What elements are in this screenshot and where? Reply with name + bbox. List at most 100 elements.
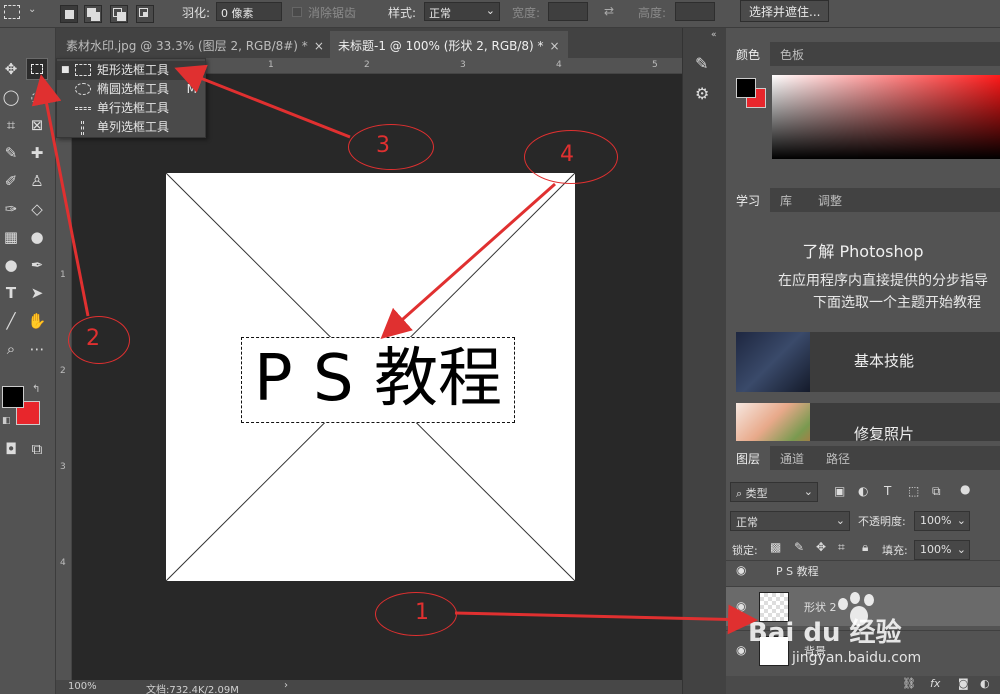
healing-brush-tool-icon[interactable]: ✚ — [26, 142, 48, 164]
learn-card-thumbnail — [736, 403, 810, 441]
swap-colors-icon[interactable]: ↰ — [32, 384, 40, 395]
active-dot-icon: ■ — [61, 65, 70, 75]
gradient-tool-icon[interactable]: ▦ — [0, 226, 22, 248]
feather-input[interactable]: 0 像素 — [216, 2, 282, 21]
eraser-tool-icon[interactable]: ◇ — [26, 198, 48, 220]
lock-artboard-icon[interactable]: ⌗ — [838, 540, 845, 555]
document-tabs: 素材水印.jpg @ 33.3% (图层 2, RGB/8#) * × 未标题-1… — [56, 28, 682, 58]
lock-paint-icon[interactable]: ✎ — [794, 540, 804, 554]
filter-shape-icon[interactable]: ⬚ — [908, 484, 919, 498]
layer-kind-filter[interactable]: ⌕ 类型 ⌄ — [730, 482, 818, 502]
adjustments-icon[interactable]: ⚙ — [695, 84, 709, 103]
filter-toggle-icon[interactable]: ● — [960, 482, 970, 496]
line-tool-icon[interactable]: ╱ — [0, 310, 22, 332]
tab-paths[interactable]: 路径 — [816, 446, 860, 470]
eyedropper-tool-icon[interactable]: ✎ — [0, 142, 22, 164]
visibility-eye-icon[interactable]: ◉ — [736, 563, 746, 577]
rect-marquee-tool[interactable] — [26, 58, 48, 80]
tab-adjustments[interactable]: 调整 — [808, 188, 852, 212]
style-label: 样式: — [388, 6, 417, 20]
lock-transparent-icon[interactable]: ▩ — [770, 540, 781, 554]
clone-stamp-tool-icon[interactable]: ♙ — [26, 170, 48, 192]
subtract-selection-button[interactable] — [110, 5, 128, 23]
flyout-item-single-row[interactable]: 单行选框工具 — [57, 99, 205, 118]
zoom-level[interactable]: 100% — [68, 681, 97, 692]
width-input[interactable] — [548, 2, 588, 21]
type-tool-icon[interactable]: T — [0, 282, 22, 304]
learn-card-basic-skills[interactable]: 基本技能 — [736, 332, 1000, 392]
tab-untitled-doc[interactable]: 未标题-1 @ 100% (形状 2, RGB/8) * × — [330, 31, 568, 58]
panel-fg-swatch[interactable] — [736, 78, 756, 98]
brush-tool-icon[interactable]: ✐ — [0, 170, 22, 192]
lock-label: 锁定: — [732, 544, 758, 557]
flyout-label: 单列选框工具 — [97, 120, 170, 134]
filter-adjustment-icon[interactable]: ◐ — [858, 484, 868, 498]
marquee-preset-icon[interactable] — [4, 5, 20, 19]
quick-mask-icon[interactable]: ◘ — [0, 438, 22, 460]
chevron-down-icon: ⌄ — [835, 514, 845, 527]
lock-position-icon[interactable]: ✥ — [816, 540, 826, 554]
blend-mode-select[interactable]: 正常 ⌄ — [730, 511, 850, 531]
swap-icon[interactable]: ⇄ — [604, 4, 614, 18]
canvas-text-layer[interactable]: P S 教程 — [241, 339, 515, 419]
blur-tool-icon[interactable]: ● — [26, 226, 48, 248]
lasso-tool-icon[interactable]: ◯ — [0, 86, 22, 108]
fill-input[interactable]: 100% ⌄ — [914, 540, 970, 560]
frame-tool-icon[interactable]: ⊠ — [26, 114, 48, 136]
collapse-chevron-icon[interactable]: « — [711, 30, 717, 40]
flyout-item-ellipse-marquee[interactable]: 椭圆选框工具 M — [57, 80, 205, 99]
close-icon[interactable]: × — [314, 39, 324, 53]
opacity-value: 100% — [920, 514, 952, 527]
tab-libraries[interactable]: 库 — [770, 188, 802, 212]
status-arrow-icon[interactable]: › — [284, 680, 288, 691]
antialias-checkbox[interactable] — [292, 7, 302, 17]
dodge-tool-icon[interactable]: ● — [0, 254, 22, 276]
ruler-tick-label: 1 — [268, 60, 274, 70]
height-input[interactable] — [675, 2, 715, 21]
pen-tool-icon[interactable]: ✒ — [26, 254, 48, 276]
visibility-eye-icon[interactable]: ◉ — [736, 643, 746, 657]
tab-channels[interactable]: 通道 — [770, 446, 814, 470]
add-selection-button[interactable] — [84, 5, 102, 23]
filter-smart-object-icon[interactable]: ⧉ — [932, 484, 941, 499]
opacity-label: 不透明度: — [858, 515, 906, 528]
filter-type-icon[interactable]: T — [884, 484, 891, 498]
style-select[interactable]: 正常 ⌄ — [424, 2, 500, 21]
tab-watermark-doc[interactable]: 素材水印.jpg @ 33.3% (图层 2, RGB/8#) * × — [58, 31, 332, 58]
opacity-input[interactable]: 100% ⌄ — [914, 511, 970, 531]
tab-color[interactable]: 颜色 — [726, 42, 771, 66]
close-icon[interactable]: × — [550, 39, 560, 53]
layer-row-text[interactable]: ◉ P S 教程 — [726, 560, 1000, 584]
tab-layers[interactable]: 图层 — [726, 446, 771, 470]
lock-all-icon[interactable]: 🔒︎ — [862, 540, 868, 555]
zoom-tool-icon[interactable]: ⌕ — [0, 338, 22, 360]
move-tool-icon[interactable]: ✥ — [0, 58, 22, 80]
crop-tool-icon[interactable]: ⌗ — [0, 114, 22, 136]
quick-select-tool-icon[interactable]: ◌ — [26, 86, 48, 108]
screen-mode-icon[interactable]: ⧉ — [26, 438, 48, 460]
visibility-eye-icon[interactable]: ◉ — [736, 599, 746, 613]
path-select-tool-icon[interactable]: ➤ — [26, 282, 48, 304]
default-colors-icon[interactable]: ◧ — [2, 416, 11, 426]
more-tools-icon[interactable]: ⋯ — [26, 338, 48, 360]
chevron-down-icon: ⌄ — [956, 514, 966, 527]
hand-tool-icon[interactable]: ✋ — [26, 310, 48, 332]
learn-card-thumbnail — [736, 332, 810, 392]
preset-chevron-icon[interactable]: ⌄ — [28, 4, 36, 15]
intersect-selection-button[interactable] — [136, 5, 154, 23]
new-selection-button[interactable] — [60, 5, 78, 23]
marquee-tool-flyout: ■ 矩形选框工具 椭圆选框工具 M 单行选框工具 单列选框工具 — [56, 58, 206, 138]
flyout-item-single-column[interactable]: 单列选框工具 — [57, 118, 205, 137]
learn-card-fix-photo[interactable]: 修复照片 — [736, 403, 1000, 441]
history-brush-tool-icon[interactable]: ✑ — [0, 198, 22, 220]
flyout-item-rect-marquee[interactable]: ■ 矩形选框工具 — [57, 61, 205, 80]
tab-learn[interactable]: 学习 — [726, 188, 771, 212]
foreground-color-swatch[interactable] — [2, 386, 24, 408]
brush-settings-icon[interactable]: ✎ — [695, 54, 708, 73]
color-picker-field[interactable] — [772, 75, 1000, 159]
learn-description: 下面选取一个主题开始教程 — [813, 295, 981, 311]
filter-pixel-icon[interactable]: ▣ — [834, 484, 845, 498]
antialias-label: 消除锯齿 — [308, 6, 357, 20]
select-and-mask-button[interactable]: 选择并遮住... — [740, 0, 830, 22]
tab-swatches[interactable]: 色板 — [770, 42, 814, 66]
